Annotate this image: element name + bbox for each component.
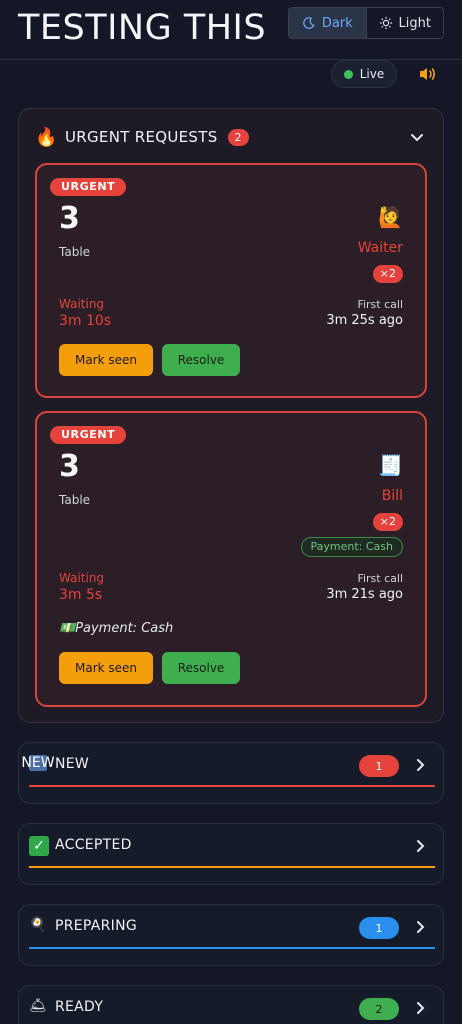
payment-chip: Payment: Cash <box>300 537 403 557</box>
mark-seen-button[interactable]: Mark seen <box>59 652 153 684</box>
status-count-badge: 2 <box>359 998 399 1020</box>
resolve-button[interactable]: Resolve <box>162 652 240 684</box>
table-label: Table <box>59 245 91 259</box>
fire-icon: 🔥 <box>35 126 58 148</box>
status-underline <box>29 785 435 787</box>
call-count-badge: ×2 <box>372 513 403 531</box>
request-type: Bill <box>381 488 403 504</box>
speaker-icon[interactable] <box>417 64 437 84</box>
urgent-requests-header[interactable]: 🔥 URGENT REQUESTS 2 <box>35 125 429 149</box>
first-call-label: First call <box>357 298 403 311</box>
theme-toggle: Dark Light <box>288 7 444 39</box>
urgent-requests-title: URGENT REQUESTS <box>65 128 218 146</box>
status-underline <box>29 866 435 868</box>
receipt-icon: 🧾 <box>378 453 403 477</box>
cooking-icon: 🍳 <box>29 917 47 933</box>
chevron-right-icon[interactable] <box>412 919 428 935</box>
waiting-label: Waiting <box>59 297 105 311</box>
request-type: Waiter <box>357 240 403 256</box>
table-label: Table <box>59 493 91 507</box>
live-dot-icon <box>343 69 353 79</box>
live-label: Live <box>359 67 385 81</box>
bell-icon: 🛎 <box>29 998 47 1014</box>
moon-icon <box>303 17 315 29</box>
theme-dark-label: Dark <box>321 15 353 31</box>
status-row-preparing[interactable]: 🍳 PREPARING 1 <box>18 904 444 966</box>
request-card: URGENT 3 Table 🙋 Waiter ×2 Waiting 3m 10… <box>35 163 427 398</box>
waiting-label: Waiting <box>59 571 105 585</box>
first-call-value: 3m 25s ago <box>326 313 403 328</box>
waiting-value: 3m 5s <box>59 587 103 603</box>
waiting-value: 3m 10s <box>59 313 112 329</box>
table-number: 3 <box>59 201 80 236</box>
theme-light-label: Light <box>398 15 431 31</box>
new-icon: NEW <box>21 755 55 771</box>
mark-seen-button[interactable]: Mark seen <box>59 344 153 376</box>
first-call-value: 3m 21s ago <box>326 587 403 602</box>
status-row-new[interactable]: NEW NEW 1 <box>18 742 444 804</box>
live-indicator[interactable]: Live <box>331 60 397 88</box>
chevron-down-icon[interactable] <box>409 129 425 145</box>
urgent-tag: URGENT <box>50 426 127 444</box>
urgent-requests-panel: 🔥 URGENT REQUESTS 2 URGENT 3 Table 🙋 Wai… <box>18 108 444 723</box>
resolve-button[interactable]: Resolve <box>162 344 240 376</box>
status-label: READY <box>55 999 104 1015</box>
first-call-label: First call <box>357 572 403 585</box>
call-count-badge: ×2 <box>372 265 403 283</box>
chevron-right-icon[interactable] <box>412 838 428 854</box>
status-row-accepted[interactable]: ✓ ACCEPTED <box>18 823 444 885</box>
request-card: URGENT 3 Table 🧾 Bill ×2 Payment: Cash W… <box>35 411 427 707</box>
status-count-badge: 1 <box>359 755 399 777</box>
chevron-right-icon[interactable] <box>412 757 428 773</box>
status-count-badge: 1 <box>359 917 399 939</box>
payment-note: 💵Payment: Cash <box>59 621 174 636</box>
urgent-count-badge: 2 <box>227 128 249 146</box>
theme-dark-button[interactable]: Dark <box>289 8 367 38</box>
status-label: ACCEPTED <box>55 837 132 853</box>
table-number: 3 <box>59 449 80 484</box>
status-row-ready[interactable]: 🛎 READY 2 <box>18 985 444 1024</box>
chevron-right-icon[interactable] <box>412 1000 428 1016</box>
status-label: NEW <box>55 756 90 772</box>
status-underline <box>29 947 435 949</box>
theme-light-button[interactable]: Light <box>367 8 444 38</box>
app-header: TESTING THIS Dark Light <box>0 0 462 60</box>
app-title: TESTING THIS <box>18 8 267 48</box>
urgent-tag: URGENT <box>50 178 127 196</box>
sun-icon <box>379 16 392 30</box>
status-label: PREPARING <box>55 918 138 934</box>
check-icon: ✓ <box>29 836 49 856</box>
waiter-icon: 🙋 <box>378 205 403 229</box>
